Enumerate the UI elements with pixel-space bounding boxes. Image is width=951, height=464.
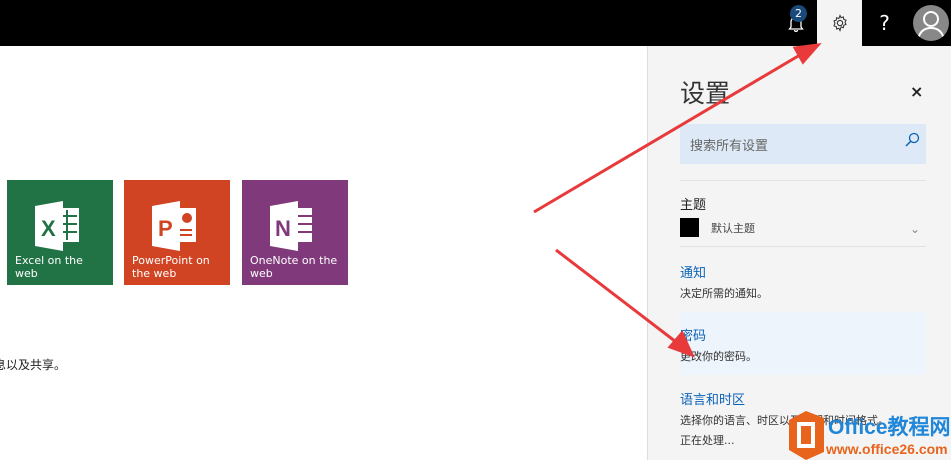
watermark: Office教程网 www.office26.com (786, 408, 951, 460)
annotation-arrows (533, 42, 822, 358)
arrow-to-password (555, 248, 695, 358)
svg-text:Office教程网: Office教程网 (828, 415, 951, 439)
office-logo-icon: Office教程网 www.office26.com (789, 411, 951, 460)
svg-text:www.office26.com: www.office26.com (825, 441, 948, 457)
arrow-to-gear (533, 42, 822, 214)
